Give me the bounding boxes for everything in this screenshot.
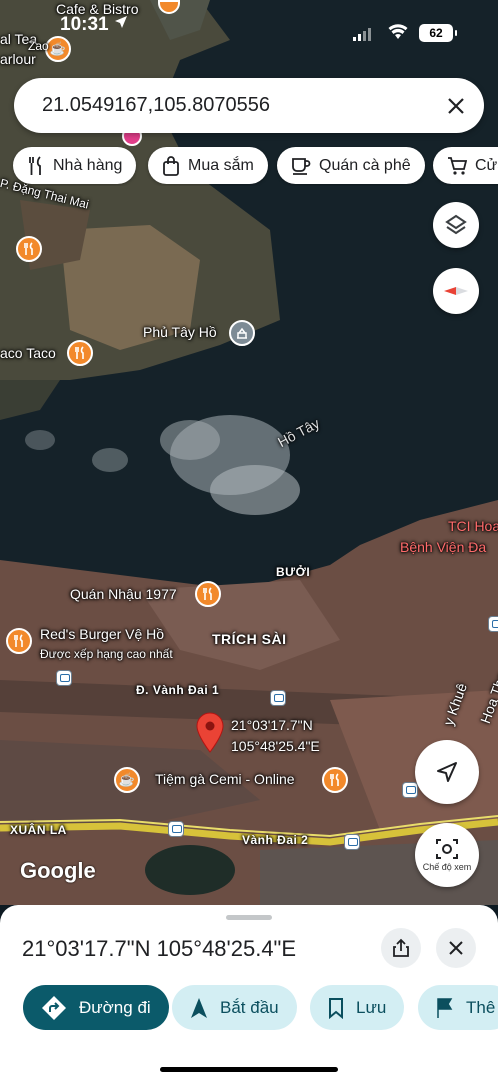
navigation-arrow-icon xyxy=(191,997,207,1018)
map-label: Quán Nhậu 1977 xyxy=(70,586,177,602)
add-label-label: Thê xyxy=(466,997,496,1017)
map-label: Red's Burger Vệ Hồ xyxy=(40,626,165,642)
close-sheet-button[interactable] xyxy=(436,928,476,968)
status-time: 10:31 xyxy=(60,14,109,35)
add-label-button[interactable]: Thê xyxy=(418,985,498,1030)
bus-stop-icon[interactable] xyxy=(270,690,286,706)
share-icon xyxy=(393,938,409,957)
restaurant-poi-icon[interactable] xyxy=(6,628,32,654)
wifi-icon xyxy=(388,24,408,39)
bus-stop-icon[interactable] xyxy=(402,782,418,798)
battery-indicator: 62 xyxy=(419,24,457,42)
map-label: Tiệm gà Cemi - Online xyxy=(155,771,295,787)
save-button[interactable]: Lưu xyxy=(310,985,405,1030)
my-location-button[interactable] xyxy=(415,740,479,804)
navigation-arrow-icon xyxy=(437,762,457,782)
cafe-poi-icon[interactable]: ☕ xyxy=(114,767,140,793)
street-label: Vành Đai 2 xyxy=(242,833,309,847)
restaurant-poi-icon[interactable] xyxy=(195,581,221,607)
layers-icon xyxy=(445,214,467,235)
location-arrow-icon xyxy=(115,16,127,28)
bookmark-icon xyxy=(329,997,343,1019)
chip-restaurants[interactable]: Nhà hàng xyxy=(13,147,137,184)
chip-label: Quán cà phê xyxy=(319,156,411,174)
chip-label: Cửa xyxy=(475,156,498,174)
status-bar: 10:31 62 xyxy=(0,0,498,46)
flag-icon xyxy=(437,997,453,1018)
fork-knife-icon xyxy=(29,155,41,175)
map-pin-icon xyxy=(196,712,224,753)
camera-view-icon xyxy=(436,839,458,859)
map-label: aco Taco xyxy=(0,345,56,361)
save-label: Lưu xyxy=(356,997,387,1017)
map-label: Phủ Tây Hồ xyxy=(143,324,217,340)
street-label: Đ. Vành Đai 1 xyxy=(136,683,220,697)
chip-stores[interactable]: Cửa xyxy=(433,147,498,184)
restaurant-poi-icon[interactable] xyxy=(322,767,348,793)
directions-label: Đường đi xyxy=(79,997,151,1017)
pin-coord-label: 21°03'17.7"N xyxy=(231,717,313,733)
chip-label: Nhà hàng xyxy=(53,156,123,174)
restaurant-poi-icon[interactable] xyxy=(67,340,93,366)
bus-stop-icon[interactable] xyxy=(488,616,498,632)
bus-stop-icon[interactable] xyxy=(168,821,184,837)
area-label: XUÂN LA xyxy=(10,823,67,837)
temple-poi-icon[interactable] xyxy=(229,320,255,346)
chip-shopping[interactable]: Mua sắm xyxy=(148,147,268,184)
close-icon xyxy=(448,98,464,114)
map-label: Bệnh Viện Đa xyxy=(400,539,487,555)
search-bar[interactable]: 21.0549167,105.8070556 xyxy=(14,78,484,133)
directions-icon xyxy=(42,995,66,1020)
compass-button[interactable] xyxy=(433,268,479,314)
compass-icon xyxy=(444,287,468,295)
search-input[interactable]: 21.0549167,105.8070556 xyxy=(42,94,270,117)
share-button[interactable] xyxy=(381,928,421,968)
coffee-cup-icon xyxy=(292,157,311,175)
start-label: Bắt đầu xyxy=(220,997,279,1017)
clear-search-button[interactable] xyxy=(442,92,470,120)
area-label: BƯỞI xyxy=(276,565,311,579)
layers-button[interactable] xyxy=(433,202,479,248)
bus-stop-icon[interactable] xyxy=(56,670,72,686)
streetview-button[interactable]: Chế độ xem xyxy=(415,823,479,887)
chip-label: Mua sắm xyxy=(188,156,254,174)
dropped-pin[interactable] xyxy=(196,712,224,759)
restaurant-poi-icon[interactable] xyxy=(16,236,42,262)
place-bottom-sheet[interactable]: 21°03'17.7"N 105°48'25.4"E Đường đi Bắt … xyxy=(0,905,498,1080)
shopping-bag-icon xyxy=(163,155,179,176)
drag-handle[interactable] xyxy=(226,915,272,920)
pin-coord-label: 105°48'25.4"E xyxy=(231,738,320,754)
google-logo: Google xyxy=(20,858,96,883)
streetview-label: Chế độ xem xyxy=(422,862,472,872)
close-icon xyxy=(449,941,463,955)
start-button[interactable]: Bắt đầu xyxy=(172,985,297,1030)
cellular-signal-icon xyxy=(353,28,371,41)
cart-icon xyxy=(448,156,467,175)
place-title: 21°03'17.7"N 105°48'25.4"E xyxy=(22,936,297,961)
bus-stop-icon[interactable] xyxy=(344,834,360,850)
area-label: TRÍCH SÀI xyxy=(212,631,287,647)
category-chips: Nhà hàng Mua sắm Quán cà phê Cửa xyxy=(0,146,498,186)
map-label: TCI Hoa xyxy=(448,518,498,534)
home-indicator[interactable] xyxy=(160,1067,338,1072)
map-sublabel: Được xếp hạng cao nhất xyxy=(40,647,173,661)
map-label: arlour xyxy=(0,51,36,67)
chip-coffee[interactable]: Quán cà phê xyxy=(277,147,425,184)
directions-button[interactable]: Đường đi xyxy=(23,985,169,1030)
